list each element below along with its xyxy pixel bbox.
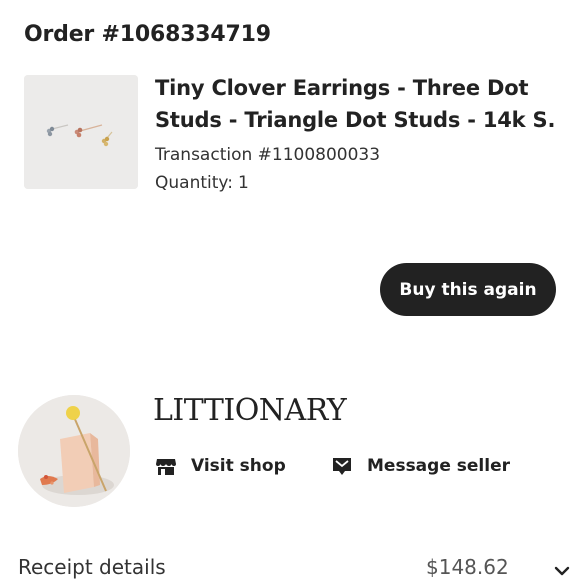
receipt-total: $148.62 — [426, 555, 509, 579]
shop-avatar-image — [18, 395, 130, 507]
order-detail-page: Order #1068334719 Tiny Clover Earrings -… — [0, 0, 580, 580]
message-icon — [331, 455, 353, 477]
receipt-details-label: Receipt details — [18, 555, 166, 579]
item-title[interactable]: Tiny Clover Earrings - Three Dot Studs -… — [155, 72, 555, 136]
item-title-line-1: Tiny Clover Earrings - Three Dot — [155, 76, 529, 100]
item-thumbnail[interactable] — [24, 75, 138, 189]
quantity-value: 1 — [237, 173, 249, 193]
quantity-label: Quantity: — [155, 173, 233, 193]
quantity: Quantity: 1 — [155, 173, 249, 193]
receipt-details-row[interactable]: Receipt details $148.62 — [18, 555, 580, 580]
visit-shop-label: Visit shop — [191, 456, 286, 476]
visit-shop-link[interactable]: Visit shop — [155, 452, 286, 480]
chevron-down-icon[interactable] — [553, 561, 571, 579]
message-seller-link[interactable]: Message seller — [331, 452, 510, 480]
earrings-image — [24, 75, 138, 189]
shop-icon — [155, 455, 177, 477]
buy-this-again-button[interactable]: Buy this again — [380, 263, 556, 316]
shop-avatar[interactable] — [18, 395, 130, 507]
transaction-number: Transaction #1100800033 — [155, 145, 381, 165]
item-title-line-2: Studs - Triangle Dot Studs - 14k S... — [155, 108, 555, 132]
message-seller-label: Message seller — [367, 456, 510, 476]
shop-name[interactable]: LITTIONARY — [153, 393, 347, 428]
order-title: Order #1068334719 — [24, 22, 271, 47]
